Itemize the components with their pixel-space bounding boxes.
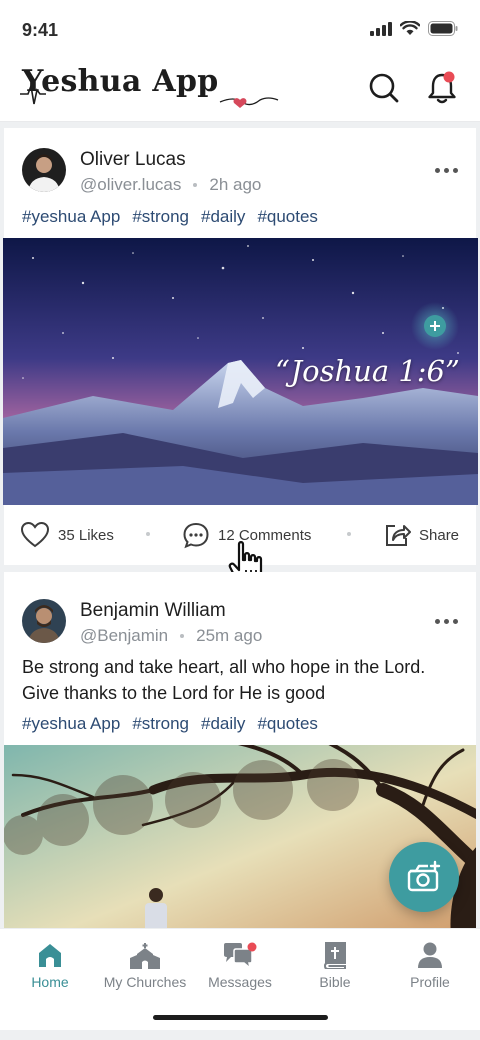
hashtag[interactable]: #yeshua App [22,714,120,734]
hashtag[interactable]: #quotes [257,207,318,227]
hashtags: #yeshua App #strong #daily #quotes [22,207,318,227]
bell-icon [428,71,456,104]
tab-label: Home [31,974,69,990]
separator-dot [347,532,351,536]
image-quote-caption: “Joshua 1:6” [275,354,460,388]
share-label: Share [419,526,460,544]
post-time: 25m ago [196,626,263,645]
author-handle[interactable]: @Benjamin [80,626,168,646]
hashtag[interactable]: #strong [132,207,189,227]
separator-dot [146,532,150,536]
more-dot [435,619,440,624]
search-icon [369,73,399,103]
notifications-button[interactable] [424,70,460,111]
share-icon [386,525,411,546]
separator-dot [180,634,185,638]
battery-icon [428,21,458,36]
likes-count: 35 Likes [58,526,114,544]
messages-icon [224,942,257,969]
like-button[interactable]: 35 Likes [20,521,114,549]
tab-label: Messages [208,974,272,990]
share-button[interactable]: Share [383,521,459,549]
post-image[interactable]: “Joshua 1:6” [3,238,478,505]
tab-bible[interactable]: Bible [287,941,383,990]
hashtag[interactable]: #strong [132,714,189,734]
post-time: 2h ago [209,175,262,194]
author-name[interactable]: Oliver Lucas [80,149,186,171]
app-header: Yeshua App [0,58,480,122]
bible-icon [323,942,346,969]
tab-label: My Churches [103,974,187,990]
hashtag[interactable]: #daily [201,207,245,227]
more-dot [435,168,440,173]
post-meta: @Benjamin 25m ago [80,626,262,646]
heart-icon [20,521,50,548]
tab-my-churches[interactable]: My Churches [97,941,193,990]
more-dot [444,168,449,173]
avatar[interactable] [22,148,66,192]
hashtags: #yeshua App #strong #daily #quotes [22,714,318,734]
more-dot [453,168,458,173]
tab-home[interactable]: Home [2,941,98,990]
comment-icon [183,522,209,549]
tab-profile[interactable]: Profile [382,941,478,990]
wifi-icon [400,21,420,35]
status-bar: 9:41 [0,0,480,58]
hashtag[interactable]: #daily [201,714,245,734]
profile-icon [418,942,442,968]
camera-plus-icon [407,860,441,892]
author-handle[interactable]: @oliver.lucas [80,175,181,195]
hashtag[interactable]: #yeshua App [22,207,120,227]
post-meta: @oliver.lucas 2h ago [80,175,261,195]
system-indicators [370,21,458,36]
app-title: Yeshua App [22,64,219,99]
post-card: Oliver Lucas @oliver.lucas 2h ago #yeshu… [3,128,478,565]
author-name[interactable]: Benjamin William [80,600,226,622]
signal-icon [370,21,392,36]
more-options-button[interactable] [435,619,458,624]
tab-messages[interactable]: Messages [192,941,288,990]
tab-label: Bible [319,974,351,990]
status-time: 9:41 [22,20,59,40]
home-indicator [153,1015,328,1020]
bottom-tab-bar: Home My Churches Messages Bible Profile [0,928,480,1030]
more-dot [444,619,449,624]
tab-label: Profile [410,974,450,990]
more-options-button[interactable] [435,168,458,173]
home-icon [39,944,61,967]
church-icon [130,943,160,969]
add-photo-button[interactable] [389,842,459,912]
separator-dot [193,183,198,187]
post-text: Be strong and take heart, all who hope i… [22,657,426,703]
search-button[interactable] [366,70,402,111]
more-dot [453,619,458,624]
avatar[interactable] [22,599,66,643]
hashtag[interactable]: #quotes [257,714,318,734]
